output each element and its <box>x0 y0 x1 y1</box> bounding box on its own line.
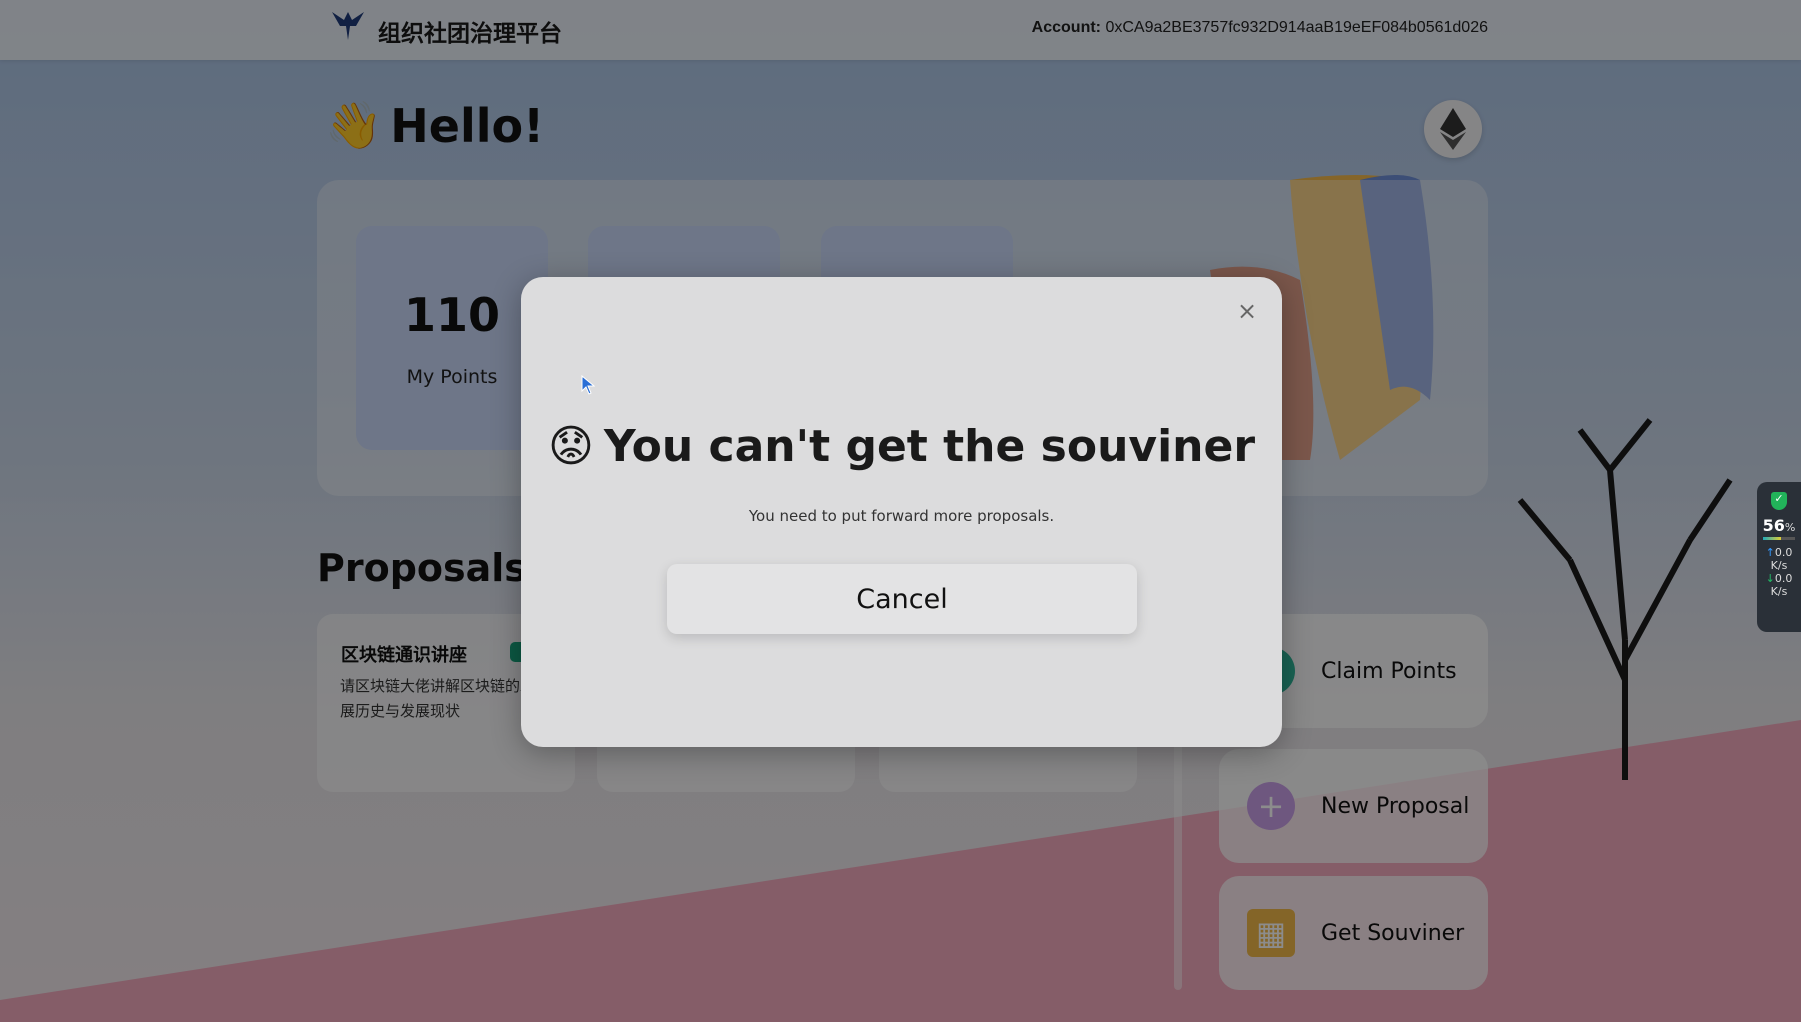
percent-unit: % <box>1784 521 1796 534</box>
worried-face-icon: 😟 <box>547 421 594 472</box>
download-unit: K/s <box>1770 585 1788 598</box>
usage-bar <box>1763 537 1795 540</box>
download-speed: 0.0 <box>1774 572 1793 585</box>
upload-arrow-icon: ↑ <box>1765 546 1775 559</box>
modal-message: You need to put forward more proposals. <box>748 507 1055 525</box>
cancel-button[interactable]: Cancel <box>667 564 1137 634</box>
mouse-cursor-icon <box>581 375 595 395</box>
modal-title-text: You can't get the souviner <box>603 421 1256 472</box>
cpu-percent: 56 <box>1762 516 1785 535</box>
souvenir-modal: × 😟 You can't get the souviner You need t… <box>521 277 1282 747</box>
shield-check-icon: ✓ <box>1771 492 1787 510</box>
close-icon[interactable]: × <box>1237 297 1257 325</box>
download-arrow-icon: ↓ <box>1765 572 1775 585</box>
upload-unit: K/s <box>1770 559 1788 572</box>
system-monitor-widget[interactable]: ✓ 56% ↑0.0 K/s ↓0.0 K/s <box>1757 482 1801 632</box>
upload-speed: 0.0 <box>1774 546 1793 559</box>
modal-title: 😟 You can't get the souviner <box>521 421 1282 472</box>
